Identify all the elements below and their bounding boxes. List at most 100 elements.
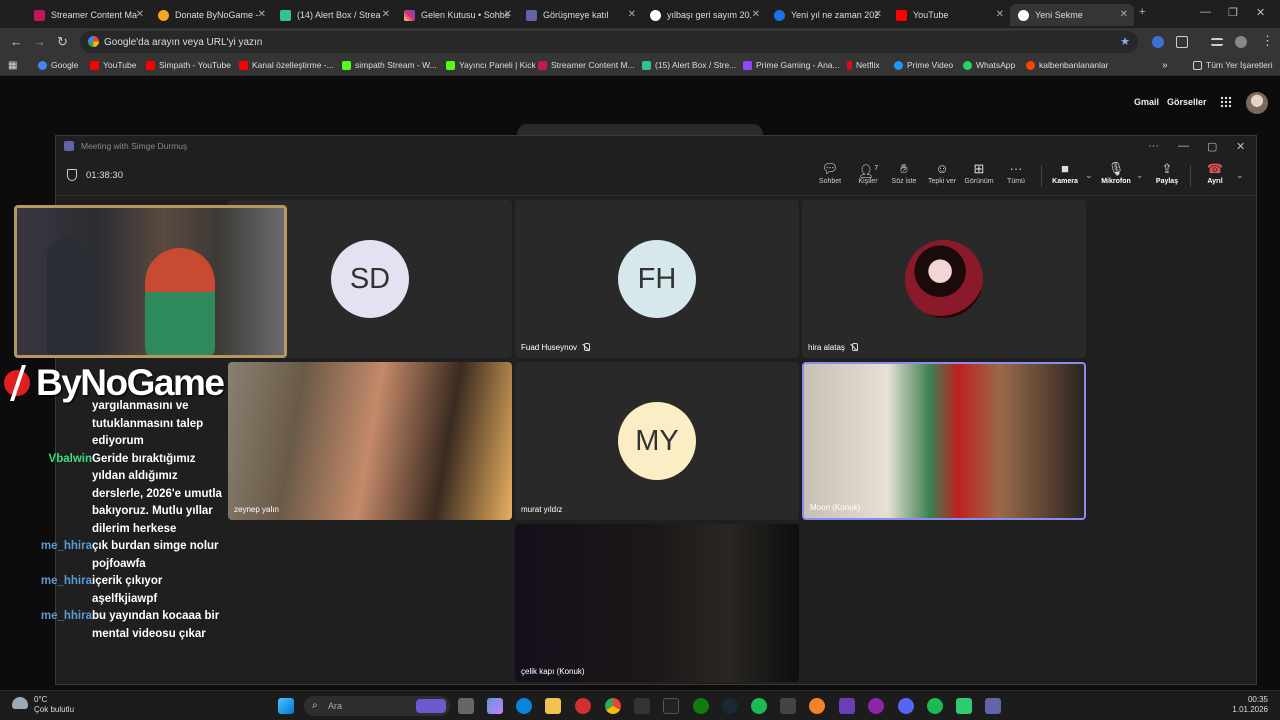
google-apps-icon[interactable]	[1220, 96, 1232, 108]
tab-donate[interactable]: Donate ByNoGame - ✕	[150, 4, 272, 26]
more-bookmarks-button[interactable]: »	[1162, 60, 1168, 71]
youtube-icon	[896, 9, 907, 21]
chat-button[interactable]: 💬︎ Sohbet	[811, 160, 849, 192]
google-account-avatar[interactable]	[1246, 92, 1268, 114]
chrome-icon[interactable]	[605, 698, 621, 714]
address-input[interactable]: Google'da arayın veya URL'yi yazın ★	[80, 31, 1138, 53]
weather-widget[interactable]: 0°C Çok bulutlu	[12, 695, 74, 715]
media-icon[interactable]	[1211, 38, 1223, 46]
extension-icon[interactable]	[1152, 36, 1164, 48]
edge-icon[interactable]	[516, 698, 532, 714]
windows-start-icon[interactable]	[278, 698, 294, 714]
close-tab-icon[interactable]: ✕	[504, 9, 512, 20]
bookmark-item[interactable]: Kanal özelleştirme -...	[239, 60, 334, 70]
profile-avatar[interactable]	[1235, 36, 1247, 48]
tab-new-year[interactable]: Yeni yıl ne zaman 202 ✕	[766, 4, 888, 26]
close-tab-icon[interactable]: ✕	[874, 9, 882, 20]
close-tab-icon[interactable]: ✕	[258, 9, 266, 20]
extensions-puzzle-icon[interactable]	[1176, 36, 1188, 48]
app-icon[interactable]	[809, 698, 825, 714]
tab-countdown[interactable]: yılbaşı geri sayım 20. ✕	[642, 4, 766, 26]
gmail-link[interactable]: Gmail	[1134, 97, 1159, 107]
participant-tile-hira[interactable]: hira alataş	[802, 200, 1086, 358]
bookmark-item[interactable]: Google	[38, 60, 78, 70]
maximize-icon[interactable]: ▢	[1207, 140, 1217, 153]
xbox-icon[interactable]	[693, 698, 709, 714]
taskbar-search-input[interactable]: ⌕ Ara	[304, 696, 450, 716]
close-tab-icon[interactable]: ✕	[628, 9, 636, 20]
bookmark-item[interactable]: simpath Stream - W...	[342, 60, 437, 70]
chevron-down-icon[interactable]: ⌄	[1236, 170, 1244, 181]
bookmark-item[interactable]: kalbenbanlananlar	[1026, 60, 1108, 70]
steam-icon[interactable]	[722, 698, 738, 714]
opera-icon[interactable]	[575, 698, 591, 714]
forward-icon[interactable]: →	[33, 34, 46, 49]
close-tab-icon[interactable]: ✕	[136, 9, 144, 20]
bookmark-item[interactable]: Simpath - YouTube	[146, 60, 231, 70]
bookmark-item[interactable]: (15) Alert Box / Stre...	[642, 60, 736, 70]
people-button[interactable]: 👤︎7 Kişiler	[849, 160, 887, 192]
system-clock[interactable]: 00:35 1.01.2026	[1232, 695, 1268, 715]
reload-icon[interactable]: ↻	[57, 34, 68, 50]
participant-tile-moon[interactable]: Moon (Konuk)	[802, 362, 1086, 520]
back-icon[interactable]: ←	[10, 34, 23, 49]
bookmark-item[interactable]: Prime Video	[894, 60, 953, 70]
minimize-icon[interactable]: —	[1178, 140, 1189, 152]
camera-button[interactable]: ■ Kamera	[1046, 160, 1084, 192]
participant-tile-zeynep[interactable]: zeynep yalın	[228, 362, 512, 520]
close-tab-icon[interactable]: ✕	[752, 9, 760, 20]
bookmark-item[interactable]: Prime Gaming - Ana...	[743, 60, 840, 70]
mic-button[interactable]: 🎙︎ Mikrofon	[1097, 160, 1135, 192]
close-tab-icon[interactable]: ✕	[382, 9, 390, 20]
spotify-icon[interactable]	[751, 698, 767, 714]
close-tab-icon[interactable]: ✕	[1120, 9, 1128, 20]
tab-new-tab[interactable]: Yeni Sekme ✕	[1010, 4, 1134, 26]
app-icon[interactable]	[839, 698, 855, 714]
app-icon[interactable]	[868, 698, 884, 714]
more-options-icon[interactable]: ···	[1148, 140, 1159, 152]
bookmark-item[interactable]: Streamer Content M...	[538, 60, 635, 70]
all-bookmarks-button[interactable]: Tüm Yer İşaretleri	[1193, 60, 1273, 70]
more-button[interactable]: ··· Tümü	[997, 160, 1035, 192]
tab-instagram-inbox[interactable]: Gelen Kutusu • Sohbe ✕	[396, 4, 518, 26]
view-button[interactable]: ⊞ Görünüm	[960, 160, 998, 192]
close-window-icon[interactable]: ✕	[1256, 6, 1265, 19]
images-link[interactable]: Görseller	[1167, 97, 1207, 107]
participant-tile-fh[interactable]: FH Fuad Huseynov	[515, 200, 799, 358]
chevron-down-icon[interactable]: ⌄	[1085, 170, 1093, 181]
close-window-icon[interactable]: ✕	[1236, 140, 1245, 153]
bookmark-item[interactable]: WhatsApp	[963, 60, 1015, 70]
leave-button[interactable]: ☎︎ Ayrıl	[1196, 160, 1234, 192]
menu-icon[interactable]: ⋮	[1261, 33, 1274, 49]
bookmark-item[interactable]: Yayıncı Paneli | Kick	[446, 60, 536, 70]
close-tab-icon[interactable]: ✕	[996, 9, 1004, 20]
bookmark-star-icon[interactable]: ★	[1120, 35, 1130, 48]
participant-tile-celik[interactable]: çelik kapı (Konuk)	[515, 524, 799, 682]
minimize-icon[interactable]: —	[1200, 6, 1211, 18]
discord-icon[interactable]	[898, 698, 914, 714]
new-tab-icon[interactable]: +	[1139, 6, 1145, 18]
capcut-icon[interactable]	[780, 698, 796, 714]
teams-icon[interactable]	[985, 698, 1001, 714]
react-button[interactable]: ☺ Tepki ver	[923, 160, 961, 192]
app-icon[interactable]	[956, 698, 972, 714]
tab-youtube[interactable]: YouTube ✕	[888, 4, 1010, 26]
raise-hand-button[interactable]: ✋︎ Söz iste	[885, 160, 923, 192]
participant-tile-my[interactable]: MY murat yıldız	[515, 362, 799, 520]
task-view-icon[interactable]	[458, 698, 474, 714]
google-icon	[38, 60, 47, 70]
share-button[interactable]: ⇪ Paylaş	[1148, 160, 1186, 192]
maximize-icon[interactable]: ❐	[1228, 6, 1238, 19]
tab-join-meeting[interactable]: Görüşmeye katıl ✕	[518, 4, 642, 26]
spotify-icon[interactable]	[927, 698, 943, 714]
tab-streamer-content[interactable]: Streamer Content Ma ✕	[26, 4, 150, 26]
file-explorer-icon[interactable]	[545, 698, 561, 714]
bookmark-item[interactable]: Netflix	[847, 60, 880, 70]
epic-games-icon[interactable]	[634, 698, 650, 714]
copilot-icon[interactable]	[487, 698, 503, 714]
chevron-down-icon[interactable]: ⌄	[1136, 170, 1144, 181]
amazon-games-icon[interactable]	[663, 698, 679, 714]
bookmark-item[interactable]: YouTube	[90, 60, 136, 70]
tab-alert-box[interactable]: (14) Alert Box / Strea ✕	[272, 4, 396, 26]
apps-icon[interactable]: ▦	[8, 60, 17, 71]
